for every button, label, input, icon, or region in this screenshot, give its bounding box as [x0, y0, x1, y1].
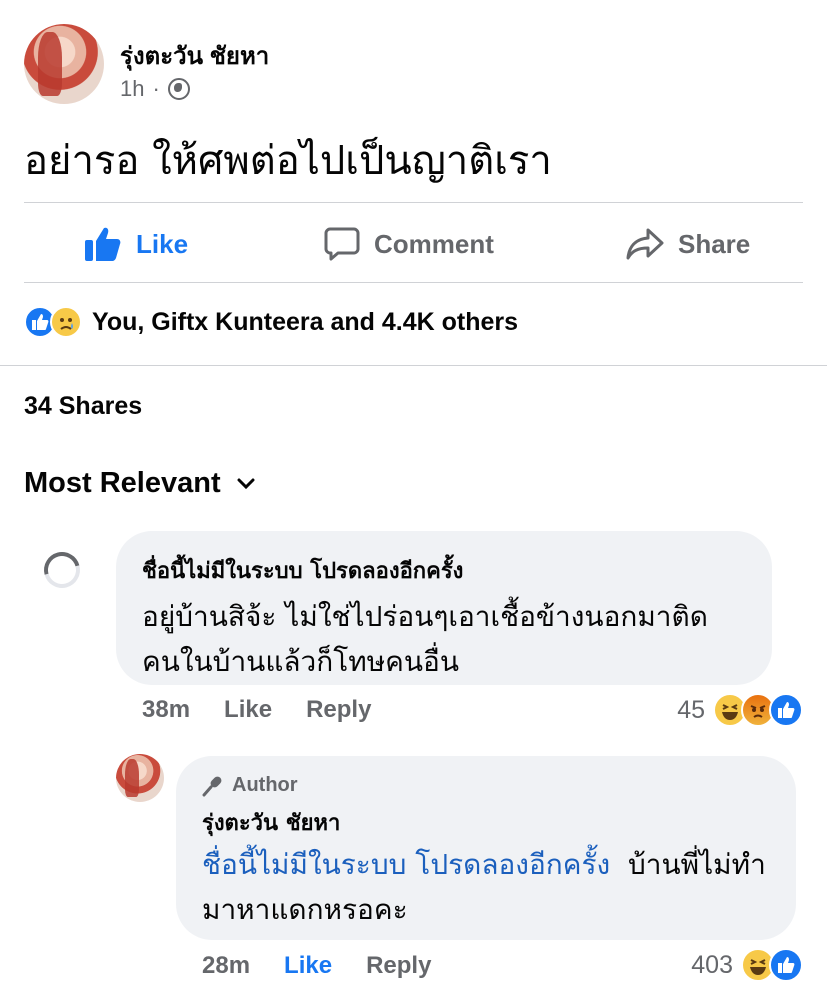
microphone-icon: [202, 776, 222, 796]
comment-icon: [324, 227, 360, 261]
author-badge: Author: [202, 774, 770, 797]
shares-count[interactable]: 34 Shares: [24, 392, 142, 421]
mention-link[interactable]: ชื่อนี้ไม่มีในระบบ โปรดลองอีกครั้ง: [202, 848, 610, 881]
comment-meta: 38m Like Reply: [142, 696, 371, 724]
comment-reactions[interactable]: 45: [677, 693, 803, 727]
post-meta: 1h ·: [120, 76, 190, 102]
post-author-name[interactable]: รุ่งตะวัน ชัยหา: [120, 36, 269, 75]
thumbs-up-icon: [85, 227, 121, 261]
reply-time[interactable]: 28m: [202, 952, 250, 980]
meta-separator: ·: [152, 76, 160, 101]
reply-author-avatar[interactable]: [116, 754, 164, 802]
reply-author-name[interactable]: รุ่งตะวัน ชัยหา: [202, 805, 770, 840]
globe-icon[interactable]: [167, 78, 190, 100]
comment-author-name[interactable]: ชื่อนี้ไม่มีในระบบ โปรดลองอีกครั้ง: [142, 553, 746, 588]
divider: [24, 282, 803, 283]
reactions-summary-text: You, Giftx Kunteera and 4.4K others: [92, 307, 519, 336]
comment-button[interactable]: Comment: [324, 222, 494, 266]
comment-label: Comment: [374, 228, 494, 259]
comment-text: อยู่บ้านสิจ้ะ ไม่ใช่ไปร่อนๆเอาเชื้อข้างน…: [142, 600, 708, 678]
like-label: Like: [136, 228, 189, 259]
comment-sort-dropdown[interactable]: Most Relevant: [24, 467, 255, 500]
reply-meta: 28m Like Reply: [202, 952, 431, 980]
loading-avatar-spinner: [37, 545, 87, 595]
reply-like-button[interactable]: Like: [284, 952, 332, 980]
divider: [24, 202, 803, 203]
reactions-summary[interactable]: You, Giftx Kunteera and 4.4K others: [24, 306, 518, 338]
comment-time[interactable]: 38m: [142, 696, 190, 724]
post-time[interactable]: 1h: [120, 76, 144, 102]
comment-reaction-count: 45: [677, 695, 705, 724]
comment-bubble[interactable]: ชื่อนี้ไม่มีในระบบ โปรดลองอีกครั้ง อยู่บ…: [116, 531, 772, 685]
reply-reactions[interactable]: 403: [691, 948, 803, 982]
reply-text: ชื่อนี้ไม่มีในระบบ โปรดลองอีกครั้ง บ้านพ…: [202, 842, 770, 932]
like-button[interactable]: Like: [84, 222, 188, 266]
share-button[interactable]: Share: [626, 222, 750, 266]
sad-icon: [50, 306, 82, 338]
reply-reply-button[interactable]: Reply: [366, 952, 431, 980]
reply-reaction-count: 403: [691, 950, 733, 979]
author-badge-label: Author: [232, 774, 298, 796]
like-icon: [769, 948, 803, 982]
like-icon: [769, 693, 803, 727]
reply-bubble[interactable]: Author รุ่งตะวัน ชัยหา ชื่อนี้ไม่มีในระบ…: [176, 756, 796, 940]
share-icon: [626, 228, 664, 260]
sort-label: Most Relevant: [24, 467, 221, 499]
share-label: Share: [678, 228, 751, 259]
chevron-down-icon: [237, 478, 255, 489]
comment-like-button[interactable]: Like: [224, 696, 272, 724]
section-divider: [0, 365, 827, 366]
comment-reply-button[interactable]: Reply: [306, 696, 371, 724]
post-author-avatar[interactable]: [24, 24, 104, 104]
post-text: อย่ารอ ให้ศพต่อไปเป็นญาติเรา: [24, 138, 552, 184]
